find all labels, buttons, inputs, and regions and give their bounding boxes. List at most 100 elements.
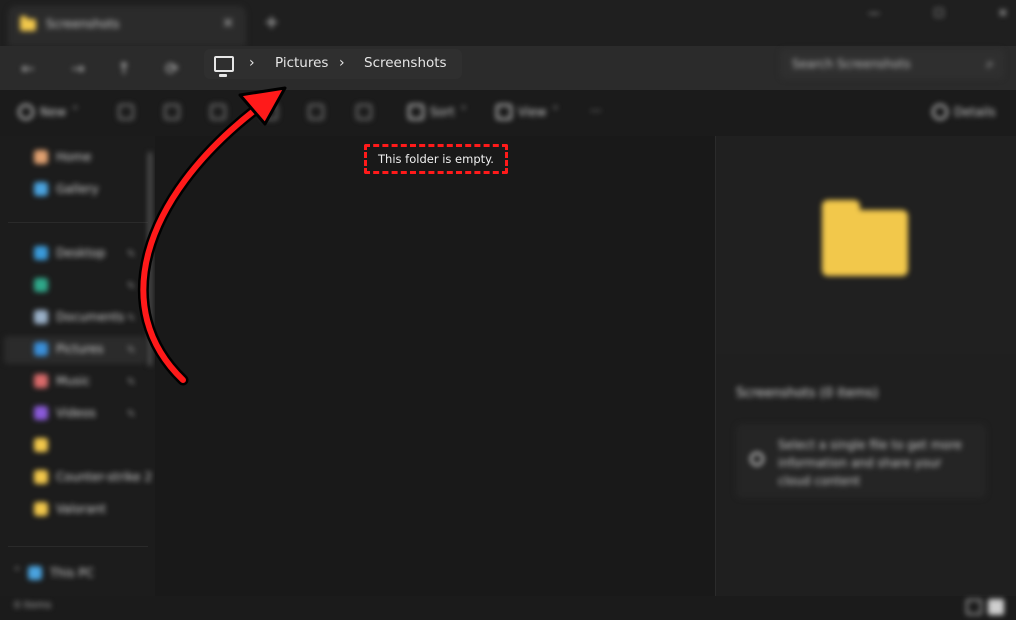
navigation-pane (0, 136, 155, 596)
folder-icon (20, 16, 36, 31)
sidebar-item-label: Videos (56, 406, 96, 420)
pin-icon[interactable]: ✎ (127, 249, 135, 260)
copy-icon[interactable] (164, 104, 180, 120)
folder-icon (34, 470, 48, 484)
plus-icon (18, 104, 34, 120)
sidebar-item-downloads[interactable] (34, 278, 48, 292)
more-options-button[interactable]: ··· (590, 104, 601, 118)
sidebar-item-desktop[interactable]: Desktop (34, 246, 106, 260)
pictures-icon (34, 342, 48, 356)
sidebar-item-label: Counter-strike 2 (56, 470, 153, 484)
empty-folder-annotation: This folder is empty. (364, 144, 508, 174)
sidebar-item-folder[interactable] (34, 438, 48, 452)
view-toggle[interactable] (966, 599, 1006, 615)
paste-icon[interactable] (210, 104, 226, 120)
sidebar-item-music[interactable]: Music (34, 374, 90, 388)
pin-icon[interactable]: ✎ (127, 281, 135, 292)
window-controls: — ☐ ✕ (868, 6, 1008, 26)
file-list[interactable] (155, 136, 715, 596)
music-icon (34, 374, 48, 388)
sidebar-item-label: Valorant (56, 502, 106, 516)
search-icon[interactable]: ⌕ (986, 56, 994, 72)
share-icon[interactable] (308, 104, 324, 120)
new-label: New (40, 105, 67, 119)
pin-icon[interactable]: ✎ (127, 345, 135, 356)
home-icon (34, 150, 48, 164)
details-label: Details (954, 105, 996, 119)
details-button[interactable]: Details (932, 104, 996, 120)
folder-icon (822, 200, 908, 276)
item-count: 0 items (14, 600, 52, 611)
details-icon (932, 104, 948, 120)
details-info-text: Select a single file to get more informa… (778, 438, 962, 488)
pin-icon[interactable]: ✎ (127, 313, 135, 324)
sidebar-item-label: This PC (50, 566, 94, 580)
rename-icon[interactable] (262, 104, 278, 120)
maximize-button[interactable]: ☐ (934, 6, 945, 26)
sort-button[interactable]: Sort ˅ (408, 104, 467, 120)
search-box[interactable]: Search Screenshots ⌕ (780, 49, 1004, 79)
close-tab-button[interactable]: × (222, 15, 234, 31)
sidebar-item-documents[interactable]: Documents (34, 310, 124, 324)
desktop-icon (34, 246, 48, 260)
info-icon (750, 452, 764, 466)
chevron-down-icon[interactable]: ˅ (14, 566, 20, 580)
pin-icon[interactable]: ✎ (127, 377, 135, 388)
sidebar-item-pictures[interactable]: Pictures (34, 342, 104, 356)
view-icon (496, 104, 512, 120)
back-button[interactable]: ← (16, 56, 40, 80)
breadcrumb-screenshots[interactable]: Screenshots (364, 55, 447, 71)
sidebar-divider (8, 222, 148, 223)
folder-icon (34, 502, 48, 516)
close-window-button[interactable]: ✕ (998, 6, 1008, 26)
sidebar-item-counter-strike[interactable]: Counter-strike 2 (34, 470, 152, 484)
tiles-view-icon[interactable] (988, 599, 1004, 615)
sort-icon (408, 104, 424, 120)
refresh-button[interactable]: ⟳ (160, 56, 184, 80)
sidebar-item-label: Desktop (56, 246, 106, 260)
download-icon (34, 278, 48, 292)
tab-title: Screenshots (46, 17, 120, 31)
sidebar-item-this-pc[interactable]: ˅ This PC (14, 566, 94, 580)
breadcrumb-pictures[interactable]: Pictures (275, 55, 328, 71)
document-icon (34, 310, 48, 324)
chevron-down-icon: ˅ (72, 105, 79, 119)
sort-label: Sort (430, 105, 455, 119)
sidebar-item-label: Music (56, 374, 91, 388)
pc-icon (28, 566, 42, 580)
new-tab-button[interactable]: + (264, 12, 279, 33)
chevron-right-icon[interactable]: › (339, 55, 345, 71)
cut-icon[interactable] (118, 104, 134, 120)
minimize-button[interactable]: — (868, 6, 880, 26)
videos-icon (34, 406, 48, 420)
tab-screenshots[interactable]: Screenshots × (8, 6, 246, 46)
up-button[interactable]: ↑ (112, 56, 136, 80)
new-button[interactable]: New ˅ (18, 104, 78, 120)
sidebar-item-label: Gallery (56, 182, 99, 196)
forward-button[interactable]: → (66, 56, 90, 80)
sidebar-item-home[interactable]: Home (34, 150, 91, 164)
sidebar-scrollbar[interactable] (148, 152, 152, 366)
status-bar (0, 596, 1016, 620)
folder-icon (34, 438, 48, 452)
sidebar-item-label: Pictures (56, 342, 104, 356)
view-button[interactable]: View ˅ (496, 104, 558, 120)
pin-icon[interactable]: ✎ (127, 409, 135, 420)
empty-folder-message: This folder is empty. (378, 152, 494, 166)
delete-icon[interactable] (356, 104, 372, 120)
sidebar-item-videos[interactable]: Videos (34, 406, 96, 420)
sidebar-item-valorant[interactable]: Valorant (34, 502, 106, 516)
monitor-icon[interactable] (214, 56, 234, 77)
details-view-icon[interactable] (966, 599, 982, 615)
chevron-down-icon: ˅ (552, 105, 559, 119)
chevron-right-icon[interactable]: › (249, 55, 255, 71)
sidebar-divider (8, 546, 148, 547)
view-label: View (518, 105, 547, 119)
search-input[interactable]: Search Screenshots (792, 57, 910, 71)
sidebar-item-label: Home (56, 150, 92, 164)
chevron-down-icon: ˅ (460, 105, 467, 119)
sidebar-item-label: Documents (56, 310, 125, 324)
gallery-icon (34, 182, 48, 196)
sidebar-item-gallery[interactable]: Gallery (34, 182, 99, 196)
details-title: Screenshots (0 items) (736, 386, 879, 401)
